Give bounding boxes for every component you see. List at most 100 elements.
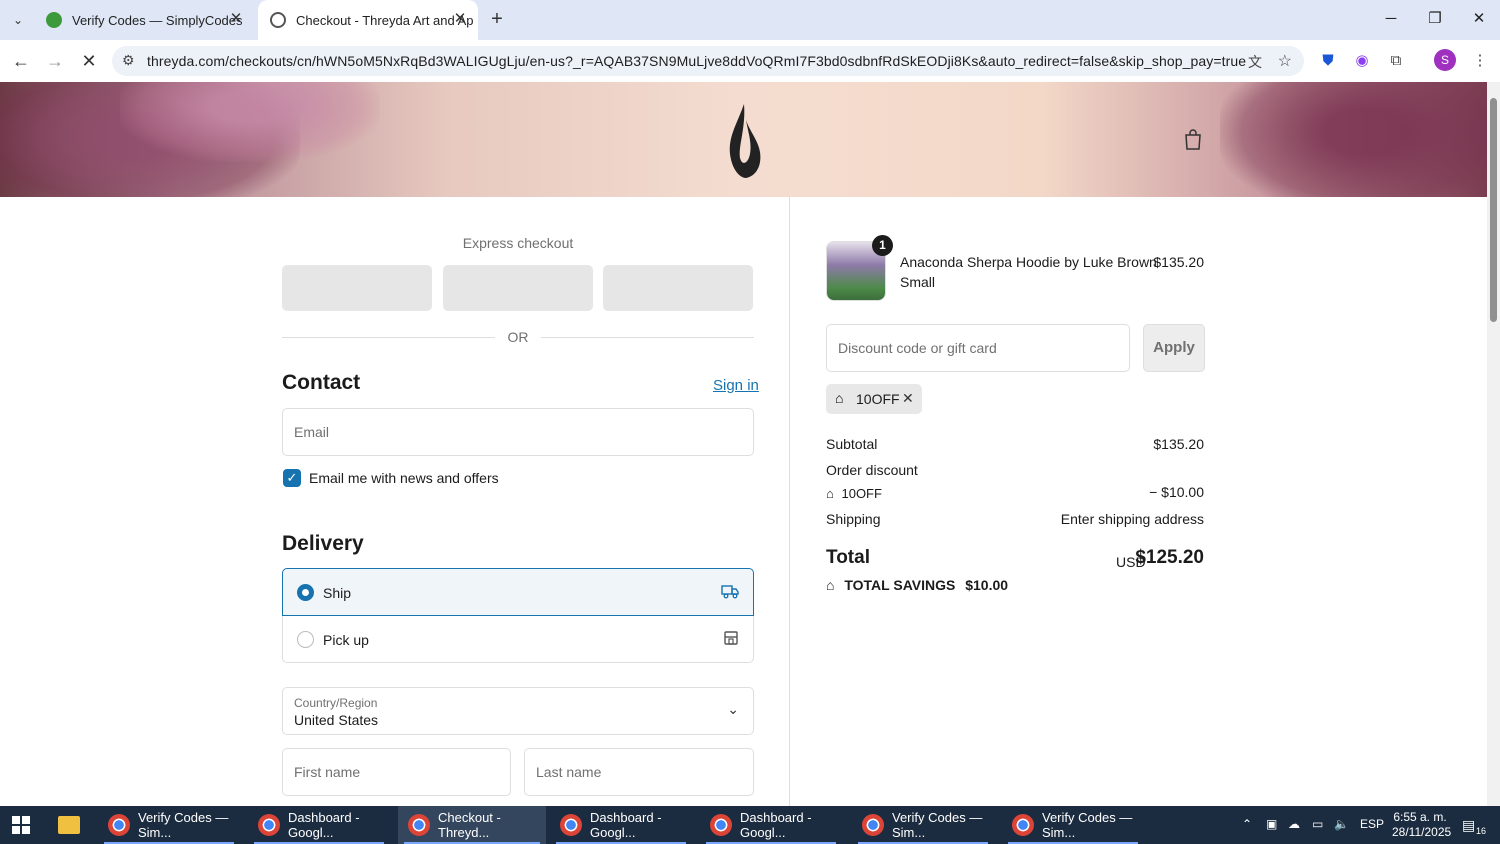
apply-button[interactable]: Apply xyxy=(1143,324,1205,372)
subtotal-label: Subtotal xyxy=(826,436,878,452)
chrome-icon xyxy=(108,814,130,836)
volume-icon[interactable]: 🔈 xyxy=(1334,817,1349,831)
applied-discount-chip: ⌂ 10OFF ✕ xyxy=(826,384,922,414)
close-tab-icon[interactable]: ✕ xyxy=(452,11,468,27)
last-name-placeholder: Last name xyxy=(536,764,602,780)
discount-code-field[interactable]: Discount code or gift card xyxy=(826,324,1130,372)
close-window-icon[interactable]: ✕ xyxy=(1464,6,1494,32)
restore-icon[interactable]: ❐ xyxy=(1420,6,1450,32)
total-label: Total xyxy=(826,547,870,568)
taskbar-app-label: Verify Codes — Sim... xyxy=(892,810,983,840)
ship-radio[interactable] xyxy=(297,584,314,601)
first-name-field[interactable]: First name xyxy=(282,748,511,796)
notifications-icon[interactable]: ▤ xyxy=(1462,817,1475,834)
network-icon[interactable]: ▭ xyxy=(1312,817,1323,831)
clock-date: 28/11/2025 xyxy=(1392,825,1452,839)
savings-label: TOTAL SAVINGS xyxy=(844,577,956,593)
discount-value: − $10.00 xyxy=(1149,484,1204,500)
browser-chrome: ⌄ Verify Codes — SimplyCodes ✕ Checkout … xyxy=(0,0,1500,82)
express-checkout-title: Express checkout xyxy=(462,235,574,251)
translate-icon[interactable]: 文 xyxy=(1248,52,1262,72)
tray-chevron-icon[interactable]: ⌃ xyxy=(1242,817,1252,831)
threyda-logo[interactable] xyxy=(724,102,764,180)
language-indicator[interactable]: ESP xyxy=(1360,817,1384,831)
scrollbar-thumb[interactable] xyxy=(1490,98,1497,322)
express-pay-button-3[interactable] xyxy=(603,265,753,311)
new-tab-button[interactable]: + xyxy=(484,6,510,32)
clock-time: 6:55 a. m. xyxy=(1393,810,1447,824)
simplycodes-favicon-icon xyxy=(46,12,62,28)
taskbar-app-4[interactable]: Dashboard - Googl... xyxy=(550,806,692,844)
site-info-icon[interactable]: ⚙ xyxy=(122,52,135,69)
stop-loading-icon[interactable]: ✕ xyxy=(76,48,102,74)
chrome-icon xyxy=(710,814,732,836)
tab-checkout[interactable]: Checkout - Threyda Art and Ap ✕ xyxy=(258,0,478,40)
forward-icon[interactable]: → xyxy=(42,48,68,74)
currency-label: USD xyxy=(1116,554,1146,570)
taskbar-app-5[interactable]: Dashboard - Googl... xyxy=(700,806,842,844)
tab-search-icon[interactable]: ⌄ xyxy=(6,8,30,32)
last-name-field[interactable]: Last name xyxy=(524,748,754,796)
cloud-icon[interactable]: ☁ xyxy=(1288,817,1300,831)
pickup-label: Pick up xyxy=(323,632,369,648)
clock[interactable]: 6:55 a. m. 28/11/2025 xyxy=(1392,810,1452,840)
back-icon[interactable]: ← xyxy=(8,48,34,74)
taskbar-app-label: Verify Codes — Sim... xyxy=(1042,810,1133,840)
total-savings-row: ⌂ TOTAL SAVINGS $10.00 xyxy=(826,577,1008,593)
extension-icon[interactable]: ◉ xyxy=(1350,49,1374,73)
address-bar[interactable]: ⚙ threyda.com/checkouts/cn/hWN5oM5NxRqBd… xyxy=(112,46,1304,76)
discount-row: ⌂ 10OFF xyxy=(826,486,882,501)
checkout-form: Express checkout OR Contact Sign in Emai… xyxy=(0,197,790,806)
taskbar-app-6[interactable]: Verify Codes — Sim... xyxy=(852,806,994,844)
taskbar-app-3[interactable]: Checkout - Threyd... xyxy=(398,806,546,844)
pickup-option[interactable]: Pick up xyxy=(282,616,754,663)
tab-verify-codes[interactable]: Verify Codes — SimplyCodes ✕ xyxy=(34,0,254,40)
close-tab-icon[interactable]: ✕ xyxy=(228,11,244,27)
order-summary: 1 Anaconda Sherpa Hoodie by Luke Brown S… xyxy=(790,197,1487,806)
product-price: $135.20 xyxy=(1153,254,1204,270)
sign-in-link[interactable]: Sign in xyxy=(713,377,759,394)
email-field[interactable]: Email xyxy=(282,408,754,456)
tag-icon: ⌂ xyxy=(826,486,834,501)
store-icon xyxy=(724,631,738,645)
page-scrollbar[interactable] xyxy=(1487,82,1500,806)
discount-code: 10OFF xyxy=(841,486,882,501)
file-explorer-icon[interactable] xyxy=(58,816,80,834)
chevron-down-icon: ⌄ xyxy=(727,701,739,717)
tag-icon: ⌂ xyxy=(835,390,844,406)
taskbar-app-label: Dashboard - Googl... xyxy=(740,810,812,840)
quantity-badge: 1 xyxy=(872,235,893,256)
extensions-puzzle-icon[interactable]: ⧉ xyxy=(1384,49,1408,73)
start-windows-icon[interactable] xyxy=(12,816,30,834)
contact-heading: Contact xyxy=(282,371,361,394)
tab-strip: ⌄ Verify Codes — SimplyCodes ✕ Checkout … xyxy=(0,0,1500,40)
tray-app-icon[interactable]: ▣ xyxy=(1266,817,1277,831)
cart-bag-icon[interactable] xyxy=(1183,128,1203,150)
express-pay-button-2[interactable] xyxy=(443,265,593,311)
express-pay-button-1[interactable] xyxy=(282,265,432,311)
taskbar-app-label: Verify Codes — Sim... xyxy=(138,810,229,840)
ship-option[interactable]: Ship xyxy=(282,568,754,616)
country-select[interactable]: Country/Region United States ⌄ xyxy=(282,687,754,735)
remove-discount-icon[interactable]: ✕ xyxy=(902,390,914,407)
shield-extension-icon[interactable]: ⛊ xyxy=(1316,49,1340,73)
menu-kebab-icon[interactable]: ⋮ xyxy=(1468,49,1492,73)
truck-icon xyxy=(721,585,739,599)
subtotal-value: $135.20 xyxy=(1153,436,1204,452)
first-name-placeholder: First name xyxy=(294,764,361,780)
email-news-checkbox[interactable]: ✓ xyxy=(283,469,301,487)
loading-favicon-icon xyxy=(270,12,286,28)
pickup-radio[interactable] xyxy=(297,631,314,648)
profile-avatar[interactable]: S xyxy=(1434,49,1456,71)
taskbar: Verify Codes — Sim... Dashboard - Googl.… xyxy=(0,806,1500,844)
taskbar-app-7[interactable]: Verify Codes — Sim... xyxy=(1002,806,1144,844)
bookmark-star-icon[interactable]: ☆ xyxy=(1278,51,1292,71)
url-text[interactable]: threyda.com/checkouts/cn/hWN5oM5NxRqBd3W… xyxy=(147,53,1246,69)
country-value: United States xyxy=(294,712,379,728)
email-placeholder: Email xyxy=(294,424,330,440)
taskbar-app-1[interactable]: Verify Codes — Sim... xyxy=(98,806,240,844)
or-divider: OR xyxy=(282,329,754,345)
minimize-icon[interactable]: ─ xyxy=(1376,6,1406,32)
banner-blossoms-left xyxy=(120,82,380,162)
taskbar-app-2[interactable]: Dashboard - Googl... xyxy=(248,806,390,844)
